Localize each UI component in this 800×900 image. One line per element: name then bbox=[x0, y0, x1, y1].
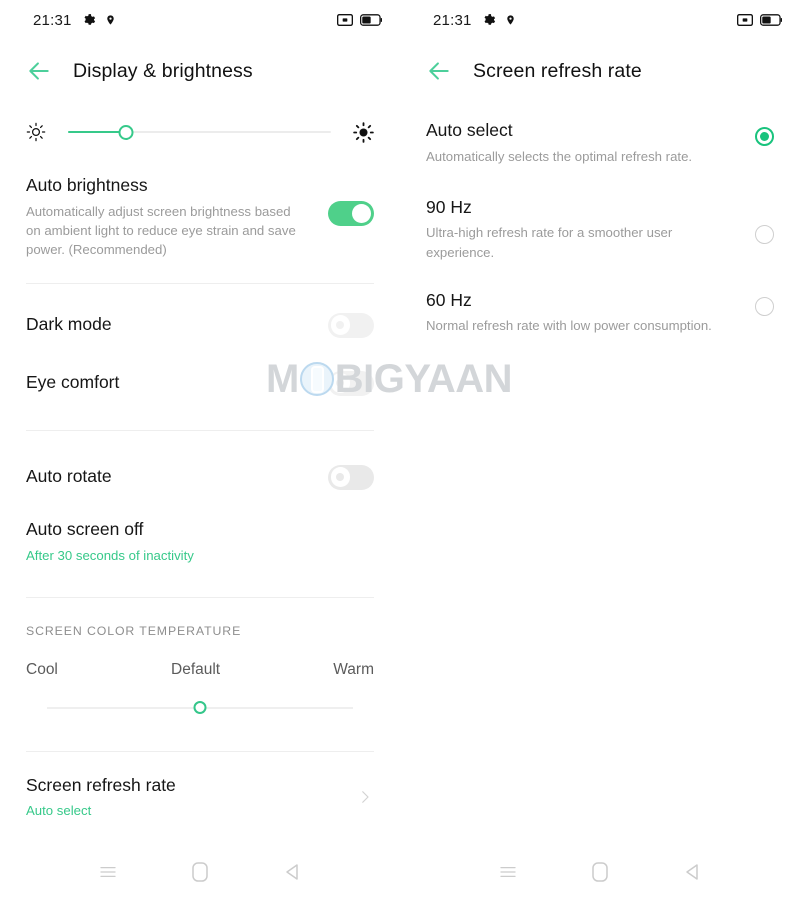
status-time: 21:31 bbox=[433, 11, 472, 29]
temp-label-cool: Cool bbox=[26, 660, 58, 678]
row-auto-screen-off[interactable]: Auto screen off After 30 seconds of inac… bbox=[0, 518, 400, 565]
gear-icon bbox=[484, 14, 495, 25]
status-left-icons bbox=[82, 13, 116, 27]
row-screen-refresh-rate[interactable]: Screen refresh rate Auto select bbox=[0, 774, 400, 821]
divider-3 bbox=[26, 596, 374, 598]
divider-4 bbox=[26, 750, 374, 752]
home-icon[interactable] bbox=[587, 859, 613, 885]
option-90hz-subtitle: Ultra-high refresh rate for a smoother u… bbox=[426, 225, 673, 260]
option-auto-select-subtitle: Automatically selects the optimal refres… bbox=[426, 148, 693, 164]
back-arrow-icon[interactable] bbox=[26, 58, 52, 84]
toggle-knob bbox=[330, 467, 351, 487]
sun-outline-icon bbox=[26, 122, 46, 142]
battery-icon bbox=[760, 14, 782, 26]
dark-mode-toggle[interactable] bbox=[328, 312, 374, 338]
screen-display-brightness: 21:31 Display & brightness Auto brightne… bbox=[0, 0, 400, 900]
toggle-knob bbox=[330, 315, 351, 335]
auto-screen-off-value: After 30 seconds of inactivity bbox=[26, 547, 194, 563]
location-pin-icon bbox=[506, 15, 514, 25]
screen-refresh-rate-title: Screen refresh rate bbox=[26, 774, 176, 795]
row-eye-comfort[interactable]: Eye comfort bbox=[0, 354, 400, 412]
recents-icon[interactable] bbox=[495, 859, 521, 885]
title-bar-left: Display & brightness bbox=[0, 40, 400, 102]
brightness-track[interactable] bbox=[68, 122, 331, 142]
radio-auto-select[interactable] bbox=[755, 127, 774, 146]
nav-bar-left bbox=[0, 844, 400, 900]
status-bar-left: 21:31 bbox=[0, 0, 400, 40]
auto-brightness-toggle[interactable] bbox=[328, 201, 374, 226]
location-pin-icon bbox=[106, 15, 114, 25]
auto-screen-off-title: Auto screen off bbox=[26, 519, 144, 540]
temp-label-default: Default bbox=[171, 660, 221, 678]
back-icon[interactable] bbox=[279, 859, 305, 885]
radio-60hz[interactable] bbox=[755, 296, 774, 316]
screen-refresh-rate-value: Auto select bbox=[26, 803, 92, 819]
chevron-right-icon bbox=[362, 791, 369, 804]
title-bar-right: Screen refresh rate bbox=[400, 40, 800, 102]
status-right-icons bbox=[337, 14, 382, 26]
auto-brightness-title: Auto brightness bbox=[26, 175, 148, 195]
radio-90hz[interactable] bbox=[755, 224, 774, 244]
status-left-icons bbox=[482, 13, 516, 27]
color-temperature-slider[interactable] bbox=[47, 695, 353, 721]
recents-icon[interactable] bbox=[95, 859, 121, 885]
temp-thumb[interactable] bbox=[193, 701, 207, 715]
option-60hz[interactable]: 60 Hz Normal refresh rate with low power… bbox=[400, 289, 800, 336]
divider-2 bbox=[26, 430, 374, 432]
cast-icon bbox=[337, 14, 353, 26]
screen-refresh-rate: 21:31 Screen refresh rate Auto select Au… bbox=[400, 0, 800, 900]
dark-mode-title: Dark mode bbox=[26, 314, 112, 335]
divider-1 bbox=[26, 283, 374, 285]
brightness-track-fill bbox=[68, 130, 126, 134]
temp-labels: Cool Default Warm bbox=[0, 661, 400, 679]
status-bar-right: 21:31 bbox=[400, 0, 800, 40]
status-right-icons bbox=[737, 14, 782, 26]
row-auto-rotate[interactable]: Auto rotate bbox=[0, 448, 400, 506]
battery-icon bbox=[360, 14, 382, 26]
status-time: 21:31 bbox=[33, 11, 72, 29]
option-60hz-title: 60 Hz bbox=[426, 289, 472, 310]
brightness-thumb[interactable] bbox=[118, 124, 134, 140]
sun-filled-icon bbox=[353, 121, 374, 143]
back-icon[interactable] bbox=[679, 859, 705, 885]
auto-rotate-title: Auto rotate bbox=[26, 466, 112, 487]
cast-icon bbox=[737, 14, 753, 26]
toggle-knob bbox=[351, 203, 372, 224]
option-90hz-title: 90 Hz bbox=[426, 196, 472, 217]
temp-label-warm: Warm bbox=[333, 660, 374, 678]
row-auto-brightness[interactable]: Auto brightness Automatically adjust scr… bbox=[0, 174, 400, 259]
option-auto-select-title: Auto select bbox=[426, 120, 513, 140]
nav-bar-right bbox=[400, 844, 800, 900]
back-arrow-icon[interactable] bbox=[426, 58, 452, 84]
option-90hz[interactable]: 90 Hz Ultra-high refresh rate for a smoo… bbox=[400, 196, 800, 262]
option-auto-select[interactable]: Auto select Automatically selects the op… bbox=[400, 119, 800, 166]
eye-comfort-toggle[interactable] bbox=[328, 370, 374, 396]
toggle-knob bbox=[330, 373, 351, 393]
auto-rotate-toggle[interactable] bbox=[328, 464, 374, 490]
eye-comfort-title: Eye comfort bbox=[26, 372, 120, 393]
section-screen-color-temperature: SCREEN COLOR TEMPERATURE bbox=[26, 623, 242, 638]
page-title: Screen refresh rate bbox=[473, 59, 642, 82]
gear-icon bbox=[84, 14, 95, 25]
brightness-slider-row[interactable] bbox=[0, 108, 400, 156]
option-60hz-subtitle: Normal refresh rate with low power consu… bbox=[426, 318, 712, 334]
page-title: Display & brightness bbox=[73, 59, 253, 82]
row-dark-mode[interactable]: Dark mode bbox=[0, 296, 400, 354]
dual-screenshot-container: 21:31 Display & brightness Auto brightne… bbox=[0, 0, 800, 900]
home-icon[interactable] bbox=[187, 859, 213, 885]
auto-brightness-subtitle: Automatically adjust screen brightness b… bbox=[26, 203, 296, 257]
